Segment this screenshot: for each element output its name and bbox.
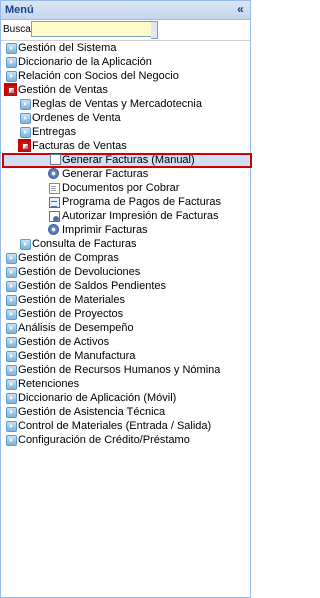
folder-closed-icon[interactable] [6,379,17,390]
folder-closed-icon[interactable] [6,407,17,418]
tree-node-label: Gestión de Devoluciones [18,266,141,278]
tree-node-consulta-facturas[interactable]: Consulta de Facturas [1,237,250,251]
tree-node-label: Imprimir Facturas [62,224,148,236]
tree-node-label: Gestión de Activos [18,336,110,348]
process-gear-icon [48,168,59,179]
tree-node-label: Gestión de Materiales [18,294,125,306]
tree-node-label: Gestión de Saldos Pendientes [18,280,166,292]
menu-title: Menú [5,4,34,16]
folder-closed-icon[interactable] [6,57,17,68]
tree-node-label: Gestión de Ventas [18,84,108,96]
tree-node-label: Control de Materiales (Entrada / Salida) [18,420,212,432]
search-input[interactable] [31,21,157,37]
tree-node-configuracion-credito[interactable]: Configuración de Crédito/Préstamo [1,433,250,447]
tree-node-gestion-compras[interactable]: Gestión de Compras [1,251,250,265]
folder-closed-icon[interactable] [6,435,17,446]
tree-node-label: Consulta de Facturas [32,238,137,250]
tree-node-gestion-ventas[interactable]: Gestión de Ventas [1,83,250,97]
folder-closed-icon[interactable] [6,253,17,264]
tree-node-asistencia-tecnica[interactable]: Gestión de Asistencia Técnica [1,405,250,419]
tree-node-label: Gestión de Recursos Humanos y Nómina [18,364,221,376]
tree-node-label: Configuración de Crédito/Préstamo [18,434,190,446]
search-dropdown-trigger[interactable] [151,21,158,39]
tree-node-control-materiales[interactable]: Control de Materiales (Entrada / Salida) [1,419,250,433]
tree-node-gestion-devoluciones[interactable]: Gestión de Devoluciones [1,265,250,279]
folder-closed-icon[interactable] [6,337,17,348]
tree-node-facturas-ventas[interactable]: Facturas de Ventas [1,139,250,153]
tree-node-relacion-socios[interactable]: Relación con Socios del Negocio [1,69,250,83]
search-label: Buscar [3,24,35,35]
window-icon [49,197,60,208]
tree-node-gestion-materiales[interactable]: Gestión de Materiales [1,293,250,307]
folder-closed-icon[interactable] [6,323,17,334]
tree-node-label: Autorizar Impresión de Facturas [62,210,219,222]
collapse-panel-icon[interactable]: « [234,3,247,16]
tree-node-retenciones[interactable]: Retenciones [1,377,250,391]
tree-node-gestion-rrhh[interactable]: Gestión de Recursos Humanos y Nómina [1,363,250,377]
tree-node-programa-pagos[interactable]: Programa de Pagos de Facturas [1,195,250,209]
folder-closed-icon[interactable] [6,295,17,306]
tree-node-reglas-ventas[interactable]: Reglas de Ventas y Mercadotecnia [1,97,250,111]
tree-node-label: Programa de Pagos de Facturas [62,196,221,208]
folder-closed-icon[interactable] [20,127,31,138]
folder-closed-icon[interactable] [6,393,17,404]
folder-closed-icon[interactable] [6,309,17,320]
tree-node-label: Gestión de Proyectos [18,308,124,320]
tree-node-documentos-cobrar[interactable]: Documentos por Cobrar [1,181,250,195]
tree-node-label: Ordenes de Venta [32,112,121,124]
tree-node-label: Diccionario de la Aplicación [18,56,152,68]
tree-node-gestion-activos[interactable]: Gestión de Activos [1,335,250,349]
window-icon [50,154,61,165]
menu-titlebar: Menú « [1,1,250,20]
tree-node-analisis-desempeno[interactable]: Análisis de Desempeño [1,321,250,335]
tree-node-generar-facturas-manual[interactable]: Generar Facturas (Manual) [1,153,252,168]
tree-node-label: Gestión de Manufactura [18,350,136,362]
tree-node-label: Entregas [32,126,77,138]
folder-closed-icon[interactable] [6,421,17,432]
tree-node-label: Diccionario de Aplicación (Móvil) [18,392,177,404]
tree-node-entregas[interactable]: Entregas [1,125,250,139]
report-icon [49,183,60,194]
folder-open-icon[interactable] [20,141,31,152]
search-row: Buscar [1,20,250,41]
tree-node-gestion-sistema[interactable]: Gestión del Sistema [1,41,250,55]
folder-closed-icon[interactable] [6,43,17,54]
folder-closed-icon[interactable] [6,351,17,362]
tree-node-autorizar-impresion[interactable]: Autorizar Impresión de Facturas [1,209,250,223]
tree-node-gestion-saldos[interactable]: Gestión de Saldos Pendientes [1,279,250,293]
tree-node-gestion-proyectos[interactable]: Gestión de Proyectos [1,307,250,321]
tree-node-label: Generar Facturas [62,168,149,180]
tree-node-label: Gestión de Compras [18,252,119,264]
tree-node-label: Gestión del Sistema [18,42,117,54]
folder-closed-icon[interactable] [20,113,31,124]
folder-closed-icon[interactable] [6,71,17,82]
folder-closed-icon[interactable] [20,99,31,110]
process-gear-icon [48,224,59,235]
tree-node-diccionario-movil[interactable]: Diccionario de Aplicación (Móvil) [1,391,250,405]
tree-node-label: Facturas de Ventas [32,140,127,152]
folder-closed-icon[interactable] [6,281,17,292]
menu-panel: Menú « Buscar Gestión del Sistema Diccio… [0,0,252,598]
tree-node-label: Documentos por Cobrar [62,182,180,194]
tree-node-ordenes-venta[interactable]: Ordenes de Venta [1,111,250,125]
tree-node-label: Generar Facturas (Manual) [62,154,195,166]
document-process-icon [49,211,60,222]
folder-closed-icon[interactable] [20,239,31,250]
folder-open-icon[interactable] [6,85,17,96]
tree-node-generar-facturas[interactable]: Generar Facturas [1,167,250,181]
menu-tree: Gestión del Sistema Diccionario de la Ap… [1,41,252,447]
tree-node-imprimir-facturas[interactable]: Imprimir Facturas [1,223,250,237]
tree-node-label: Relación con Socios del Negocio [18,70,179,82]
tree-node-label: Gestión de Asistencia Técnica [18,406,166,418]
tree-node-diccionario[interactable]: Diccionario de la Aplicación [1,55,250,69]
tree-node-label: Retenciones [18,378,80,390]
folder-closed-icon[interactable] [6,365,17,376]
tree-node-label: Reglas de Ventas y Mercadotecnia [32,98,202,110]
folder-closed-icon[interactable] [6,267,17,278]
tree-node-label: Análisis de Desempeño [18,322,134,334]
tree-node-gestion-manufactura[interactable]: Gestión de Manufactura [1,349,250,363]
